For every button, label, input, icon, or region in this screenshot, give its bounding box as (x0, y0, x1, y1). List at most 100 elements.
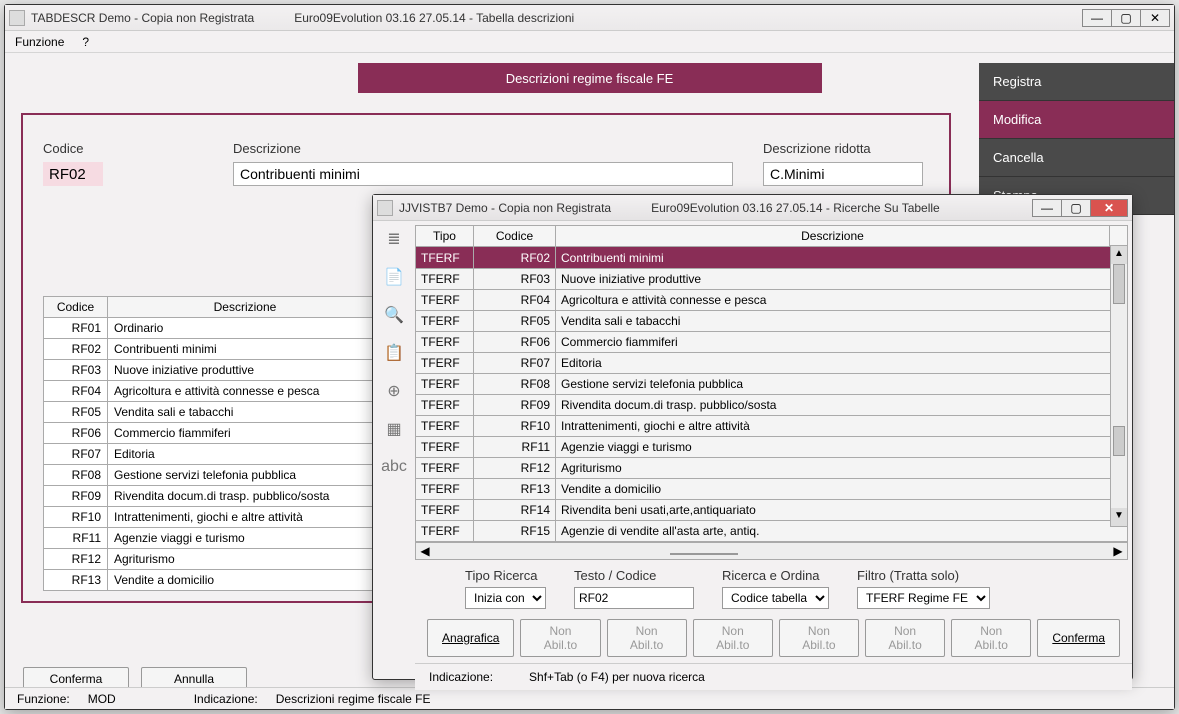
lookup-title-a: JJVISTB7 Demo - Copia non Registrata (399, 201, 611, 215)
side-actions: Registra Modifica Cancella Stampa (979, 63, 1174, 215)
grid-row[interactable]: TFERFRF08Gestione servizi telefonia pubb… (416, 374, 1128, 395)
close-button[interactable]: ✕ (1140, 9, 1170, 27)
grid-row[interactable]: TFERFRF13Vendite a domicilio (416, 479, 1128, 500)
main-titlebar: TABDESCR Demo - Copia non Registrata Eur… (5, 5, 1174, 31)
status-ind: Descrizioni regime fiscale FE (276, 692, 431, 706)
lookup-minimize-button[interactable]: — (1032, 199, 1062, 217)
menu-bar: Funzione ? (5, 31, 1174, 53)
hint-text: Shf+Tab (o F4) per nuova ricerca (529, 670, 705, 684)
status-funz: MOD (88, 692, 116, 706)
non-abil-5: Non Abil.to (865, 619, 945, 657)
tool-icon-column: ≣ 📄 🔍 📋 ⊕ ▦ abc (373, 221, 415, 679)
table-row[interactable]: RF10Intrattenimenti, giochi e altre atti… (44, 507, 383, 528)
non-abil-1: Non Abil.to (520, 619, 600, 657)
non-abil-3: Non Abil.to (693, 619, 773, 657)
label-ordina: Ricerca e Ordina (722, 568, 829, 583)
lookup-button-row: Anagrafica Non Abil.to Non Abil.to Non A… (415, 613, 1132, 663)
grid-row[interactable]: TFERFRF14Rivendita beni usati,arte,antiq… (416, 500, 1128, 521)
select-ordina[interactable]: Codice tabella (722, 587, 829, 609)
title-b: Euro09Evolution 03.16 27.05.14 - Tabella… (294, 11, 574, 25)
non-abil-2: Non Abil.to (607, 619, 687, 657)
grid-row[interactable]: TFERFRF11Agenzie viaggi e turismo (416, 437, 1128, 458)
table-row[interactable]: RF08Gestione servizi telefonia pubblica (44, 465, 383, 486)
label-descr-ridotta: Descrizione ridotta (763, 141, 923, 156)
search-row: Tipo Ricerca Inizia con Testo / Codice R… (415, 560, 1132, 613)
grid-row[interactable]: TFERFRF04Agricoltura e attività connesse… (416, 290, 1128, 311)
table-row[interactable]: RF03Nuove iniziative produttive (44, 360, 383, 381)
scroll-thumb[interactable] (1113, 264, 1125, 304)
scroll-down-icon[interactable]: ▼ (1111, 508, 1127, 526)
th-descr: Descrizione (108, 297, 383, 318)
lookup-window: JJVISTB7 Demo - Copia non Registrata Eur… (372, 194, 1133, 680)
gh-descr: Descrizione (556, 226, 1110, 247)
hint-bar: Indicazione: Shf+Tab (o F4) per nuova ri… (415, 663, 1132, 690)
table-row[interactable]: RF01Ordinario (44, 318, 383, 339)
lookup-titlebar: JJVISTB7 Demo - Copia non Registrata Eur… (373, 195, 1132, 221)
table-row[interactable]: RF11Agenzie viaggi e turismo (44, 528, 383, 549)
lookup-maximize-button[interactable]: ▢ (1061, 199, 1091, 217)
grid-row[interactable]: TFERFRF05Vendita sali e tabacchi (416, 311, 1128, 332)
select-tipo-ricerca[interactable]: Inizia con (465, 587, 546, 609)
gh-tipo: Tipo (416, 226, 474, 247)
grid-row[interactable]: TFERFRF02Contribuenti minimi (416, 247, 1128, 269)
table-row[interactable]: RF07Editoria (44, 444, 383, 465)
table-row[interactable]: RF06Commercio fiammiferi (44, 423, 383, 444)
status-funz-label: Funzione: (17, 692, 70, 706)
grid-row[interactable]: TFERFRF15Agenzie di vendite all'asta art… (416, 521, 1128, 542)
grid-row[interactable]: TFERFRF03Nuove iniziative produttive (416, 269, 1128, 290)
non-abil-6: Non Abil.to (951, 619, 1031, 657)
tool-icon-5[interactable]: ▦ (382, 417, 406, 441)
tool-icon-3[interactable]: 📋 (382, 341, 406, 365)
th-codice: Codice (44, 297, 108, 318)
menu-funzione[interactable]: Funzione (7, 33, 72, 51)
select-filtro[interactable]: TFERF Regime FE (857, 587, 990, 609)
table-row[interactable]: RF12Agriturismo (44, 549, 383, 570)
grid-row[interactable]: TFERFRF12Agriturismo (416, 458, 1128, 479)
gh-codice: Codice (474, 226, 556, 247)
table-row[interactable]: RF13Vendite a domicilio (44, 570, 383, 591)
menu-help[interactable]: ? (74, 33, 97, 51)
tool-icon-4[interactable]: ⊕ (382, 379, 406, 403)
grid-row[interactable]: TFERFRF10Intrattenimenti, giochi e altre… (416, 416, 1128, 437)
tool-icon-0[interactable]: ≣ (382, 227, 406, 251)
field-descr-ridotta[interactable] (763, 162, 923, 186)
code-table[interactable]: Codice Descrizione RF01OrdinarioRF02Cont… (43, 296, 383, 591)
scroll-up-icon[interactable]: ▲ (1111, 246, 1127, 264)
action-registra[interactable]: Registra (979, 63, 1174, 101)
grid-row[interactable]: TFERFRF06Commercio fiammiferi (416, 332, 1128, 353)
tool-icon-2[interactable]: 🔍 (382, 303, 406, 327)
tool-icon-6[interactable]: abc (382, 455, 406, 479)
hscroll-thumb[interactable] (670, 553, 738, 555)
vertical-scrollbar[interactable]: ▲ ▼ (1110, 245, 1128, 527)
horizontal-scrollbar[interactable]: ◀ ▶ (415, 542, 1128, 560)
label-descrizione: Descrizione (233, 141, 753, 156)
action-cancella[interactable]: Cancella (979, 139, 1174, 177)
field-descrizione[interactable] (233, 162, 733, 186)
table-row[interactable]: RF05Vendita sali e tabacchi (44, 402, 383, 423)
lookup-app-icon (377, 200, 393, 216)
app-icon (9, 10, 25, 26)
page-banner: Descrizioni regime fiscale FE (358, 63, 822, 93)
table-row[interactable]: RF04Agricoltura e attività connesse e pe… (44, 381, 383, 402)
lookup-title-b: Euro09Evolution 03.16 27.05.14 - Ricerch… (651, 201, 940, 215)
minimize-button[interactable]: — (1082, 9, 1112, 27)
lookup-grid[interactable]: Tipo Codice Descrizione TFERFRF02Contrib… (415, 225, 1128, 560)
lookup-conferma-button[interactable]: Conferma (1037, 619, 1120, 657)
hint-label: Indicazione: (429, 670, 493, 684)
anagrafica-button[interactable]: Anagrafica (427, 619, 514, 657)
action-modifica[interactable]: Modifica (979, 101, 1174, 139)
scroll-thumb2[interactable] (1113, 426, 1125, 456)
grid-row[interactable]: TFERFRF09Rivendita docum.di trasp. pubbl… (416, 395, 1128, 416)
tool-icon-1[interactable]: 📄 (382, 265, 406, 289)
field-codice[interactable]: RF02 (43, 162, 103, 186)
label-tipo-ricerca: Tipo Ricerca (465, 568, 546, 583)
table-row[interactable]: RF09Rivendita docum.di trasp. pubblico/s… (44, 486, 383, 507)
status-ind-label: Indicazione: (194, 692, 258, 706)
table-row[interactable]: RF02Contribuenti minimi (44, 339, 383, 360)
input-testo[interactable] (574, 587, 694, 609)
status-bar: Funzione: MOD Indicazione: Descrizioni r… (5, 687, 1174, 709)
grid-row[interactable]: TFERFRF07Editoria (416, 353, 1128, 374)
maximize-button[interactable]: ▢ (1111, 9, 1141, 27)
lookup-close-button[interactable]: ✕ (1090, 199, 1128, 217)
label-codice: Codice (43, 141, 223, 156)
